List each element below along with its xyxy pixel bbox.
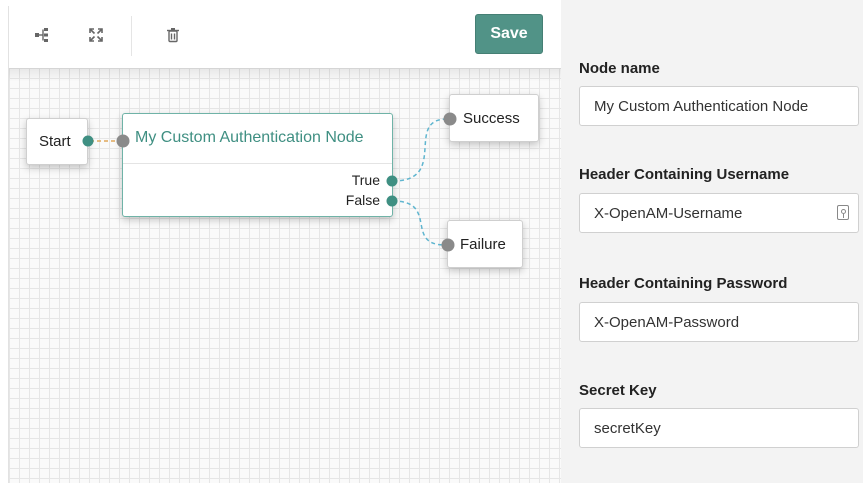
success-node-label: Success: [463, 109, 520, 127]
connector-false-to-failure: [392, 200, 446, 246]
node-name-label: Node name: [579, 60, 660, 77]
start-node[interactable]: Start: [26, 118, 88, 165]
key-icon[interactable]: [837, 205, 849, 220]
connector-true-to-success: [392, 118, 448, 182]
custom-node-title: My Custom Authentication Node: [135, 129, 364, 146]
header-username-label: Header Containing Username: [579, 166, 790, 183]
node-divider: [123, 163, 392, 164]
failure-node[interactable]: Failure: [447, 220, 523, 268]
trash-icon[interactable]: [161, 23, 185, 47]
secret-key-input[interactable]: [579, 408, 859, 448]
header-username-input[interactable]: [579, 193, 859, 233]
secret-key-label: Secret Key: [579, 382, 657, 399]
header-password-input[interactable]: [579, 302, 859, 342]
success-node[interactable]: Success: [449, 94, 539, 142]
header-username-field: [579, 193, 859, 233]
tree-canvas[interactable]: Start My Custom Authentication Node True…: [9, 68, 562, 483]
header-password-label: Header Containing Password: [579, 275, 788, 292]
toolbar-divider: [131, 16, 132, 56]
custom-auth-node[interactable]: My Custom Authentication Node True False: [122, 113, 393, 217]
node-name-input[interactable]: [579, 86, 859, 126]
editor-toolbar: Save: [9, 6, 562, 66]
outcome-true-label: True: [351, 172, 380, 188]
outcome-false-label: False: [345, 192, 380, 208]
failure-node-label: Failure: [460, 235, 506, 253]
tree-editor: Save Start My Custom Authentication Node…: [8, 6, 562, 483]
save-button[interactable]: Save: [475, 14, 543, 54]
start-node-label: Start: [39, 133, 71, 150]
node-properties-panel: Node name Header Containing Username Hea…: [561, 0, 863, 483]
tree-layout-icon[interactable]: [31, 23, 55, 47]
expand-icon[interactable]: [84, 23, 108, 47]
